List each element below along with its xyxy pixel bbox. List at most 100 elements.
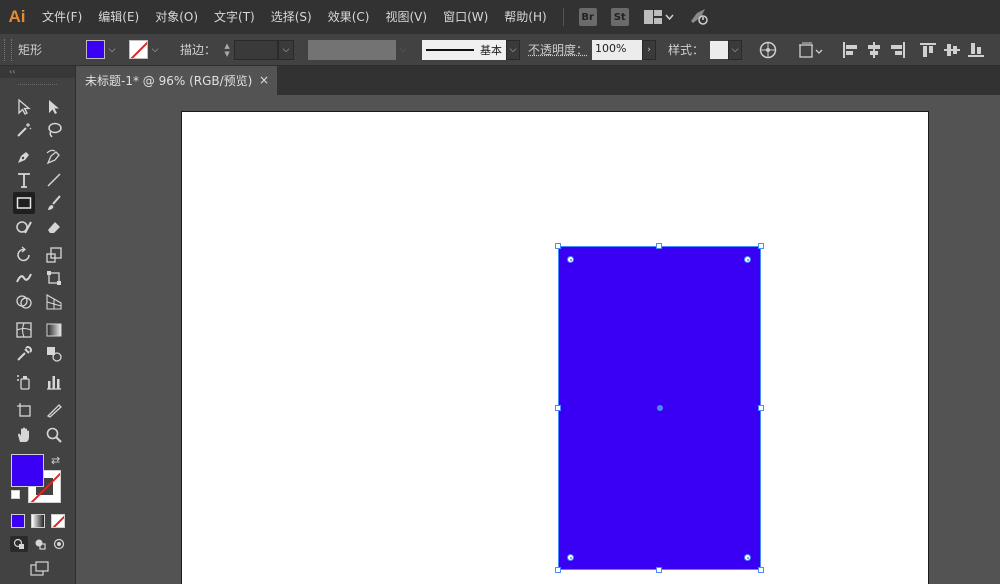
eraser-tool[interactable]: [43, 216, 65, 238]
slice-tool[interactable]: [43, 399, 65, 421]
stroke-weight-dropdown[interactable]: ⌵: [278, 39, 295, 60]
graphic-style-dropdown[interactable]: ⌵: [728, 39, 743, 60]
resize-handle-top[interactable]: [656, 243, 662, 249]
resize-handle-bottom-right[interactable]: [758, 567, 764, 573]
pen-nib-icon: [18, 152, 29, 163]
menu-object[interactable]: 对象(O): [147, 0, 206, 34]
rotate-tool[interactable]: [13, 244, 35, 266]
resize-handle-top-left[interactable]: [555, 243, 561, 249]
selection-tool[interactable]: [13, 96, 35, 118]
menu-type[interactable]: 文字(T): [206, 0, 263, 34]
lasso-tool[interactable]: [43, 119, 65, 141]
blend-tool[interactable]: [43, 343, 65, 365]
column-graph-tool[interactable]: [43, 371, 65, 393]
swap-fill-stroke-icon[interactable]: ⇄: [51, 454, 60, 467]
zoom-tool[interactable]: [43, 424, 65, 446]
opacity-label[interactable]: 不透明度：: [528, 41, 588, 58]
paintbrush-tool[interactable]: [43, 192, 65, 214]
align-top-button[interactable]: [916, 38, 940, 62]
align-right-button[interactable]: [886, 38, 910, 62]
fill-color-box[interactable]: [11, 454, 44, 487]
symbol-sprayer-icon: [17, 375, 30, 390]
artboard-tool[interactable]: [13, 399, 35, 421]
gpu-performance-button[interactable]: [688, 7, 710, 28]
menu-file[interactable]: 文件(F): [34, 0, 90, 34]
stock-button[interactable]: St: [610, 8, 629, 26]
close-icon[interactable]: ×: [259, 73, 269, 87]
artboard[interactable]: [181, 111, 929, 584]
curvature-tool[interactable]: [43, 146, 65, 168]
gradient-tool[interactable]: [43, 319, 65, 341]
opacity-dropdown[interactable]: ›: [642, 39, 657, 60]
direct-selection-arrow-icon: [49, 100, 59, 114]
corner-radius-widget-bottom-right[interactable]: [744, 554, 751, 561]
brush-definition[interactable]: 基本: [422, 39, 507, 60]
document-tab[interactable]: 未标题-1* @ 96% (RGB/预览) ×: [77, 66, 277, 95]
align-vertical-center-button[interactable]: [940, 38, 964, 62]
resize-handle-bottom-left[interactable]: [555, 567, 561, 573]
type-tool[interactable]: [13, 169, 35, 191]
width-tool[interactable]: [13, 267, 35, 289]
eyedropper-tool[interactable]: [13, 343, 35, 365]
align-horizontal-center-button[interactable]: [862, 38, 886, 62]
mesh-tool[interactable]: [13, 319, 35, 341]
none-mode-button[interactable]: [51, 514, 65, 528]
resize-handle-bottom[interactable]: [656, 567, 662, 573]
menu-view[interactable]: 视图(V): [377, 0, 435, 34]
panel-grip[interactable]: [4, 38, 12, 61]
align-left-button[interactable]: [838, 38, 862, 62]
menu-help[interactable]: 帮助(H): [496, 0, 554, 34]
screen-mode-button[interactable]: [29, 560, 51, 578]
direct-selection-tool[interactable]: [43, 96, 65, 118]
pen-tool[interactable]: [13, 146, 35, 168]
draw-inside-button[interactable]: [50, 536, 68, 552]
align-top-icon: [920, 42, 937, 57]
free-transform-tool[interactable]: [43, 267, 65, 289]
gradient-mode-button[interactable]: [31, 514, 45, 528]
canvas-area[interactable]: [77, 95, 1000, 584]
brush-dropdown[interactable]: ⌵: [506, 39, 521, 60]
default-colors-icon[interactable]: [11, 490, 20, 499]
menu-window[interactable]: 窗口(W): [435, 0, 496, 34]
toolbox-collapse-button[interactable]: ‹‹: [0, 66, 75, 78]
profile-dropdown[interactable]: ⌵: [396, 40, 410, 59]
shaper-tool[interactable]: [13, 216, 35, 238]
toolbox-grip[interactable]: [18, 84, 57, 94]
corner-radius-widget-top-right[interactable]: [744, 256, 751, 263]
recolor-artwork-button[interactable]: [756, 38, 780, 62]
bridge-button[interactable]: Br: [578, 8, 597, 26]
draw-behind-button[interactable]: [31, 536, 49, 552]
shape-properties-button[interactable]: [796, 38, 826, 62]
shape-center-point[interactable]: [657, 405, 663, 411]
color-mode-button[interactable]: [11, 514, 25, 528]
stroke-weight-stepper[interactable]: ▲ ▼: [220, 40, 234, 60]
corner-radius-widget-top-left[interactable]: [567, 256, 574, 263]
perspective-grid-tool[interactable]: [43, 291, 65, 313]
graphic-style-swatch[interactable]: [710, 40, 729, 59]
stroke-color-swatch[interactable]: [129, 40, 149, 59]
stroke-weight-input[interactable]: [234, 39, 279, 60]
fill-color-swatch[interactable]: [86, 40, 106, 59]
arrange-documents-button[interactable]: [643, 10, 674, 24]
stroke-dropdown[interactable]: ⌵: [148, 40, 162, 59]
scale-tool[interactable]: [43, 244, 65, 266]
opacity-input[interactable]: 100%: [592, 39, 643, 60]
selected-rectangle[interactable]: [555, 243, 764, 573]
magic-wand-tool[interactable]: [13, 119, 35, 141]
menu-edit[interactable]: 编辑(E): [90, 0, 147, 34]
hand-tool[interactable]: [13, 424, 35, 446]
align-bottom-button[interactable]: [964, 38, 988, 62]
corner-radius-widget-bottom-left[interactable]: [567, 554, 574, 561]
menu-select[interactable]: 选择(S): [263, 0, 320, 34]
symbol-sprayer-tool[interactable]: [13, 371, 35, 393]
draw-normal-button[interactable]: [10, 536, 28, 552]
line-segment-tool[interactable]: [43, 169, 65, 191]
resize-handle-right[interactable]: [758, 405, 764, 411]
shape-builder-tool[interactable]: [13, 291, 35, 313]
resize-handle-top-right[interactable]: [758, 243, 764, 249]
menu-effect[interactable]: 效果(C): [320, 0, 378, 34]
rectangle-tool[interactable]: [13, 192, 35, 214]
fill-dropdown[interactable]: ⌵: [105, 40, 119, 59]
resize-handle-left[interactable]: [555, 405, 561, 411]
variable-width-profile[interactable]: [308, 39, 397, 60]
